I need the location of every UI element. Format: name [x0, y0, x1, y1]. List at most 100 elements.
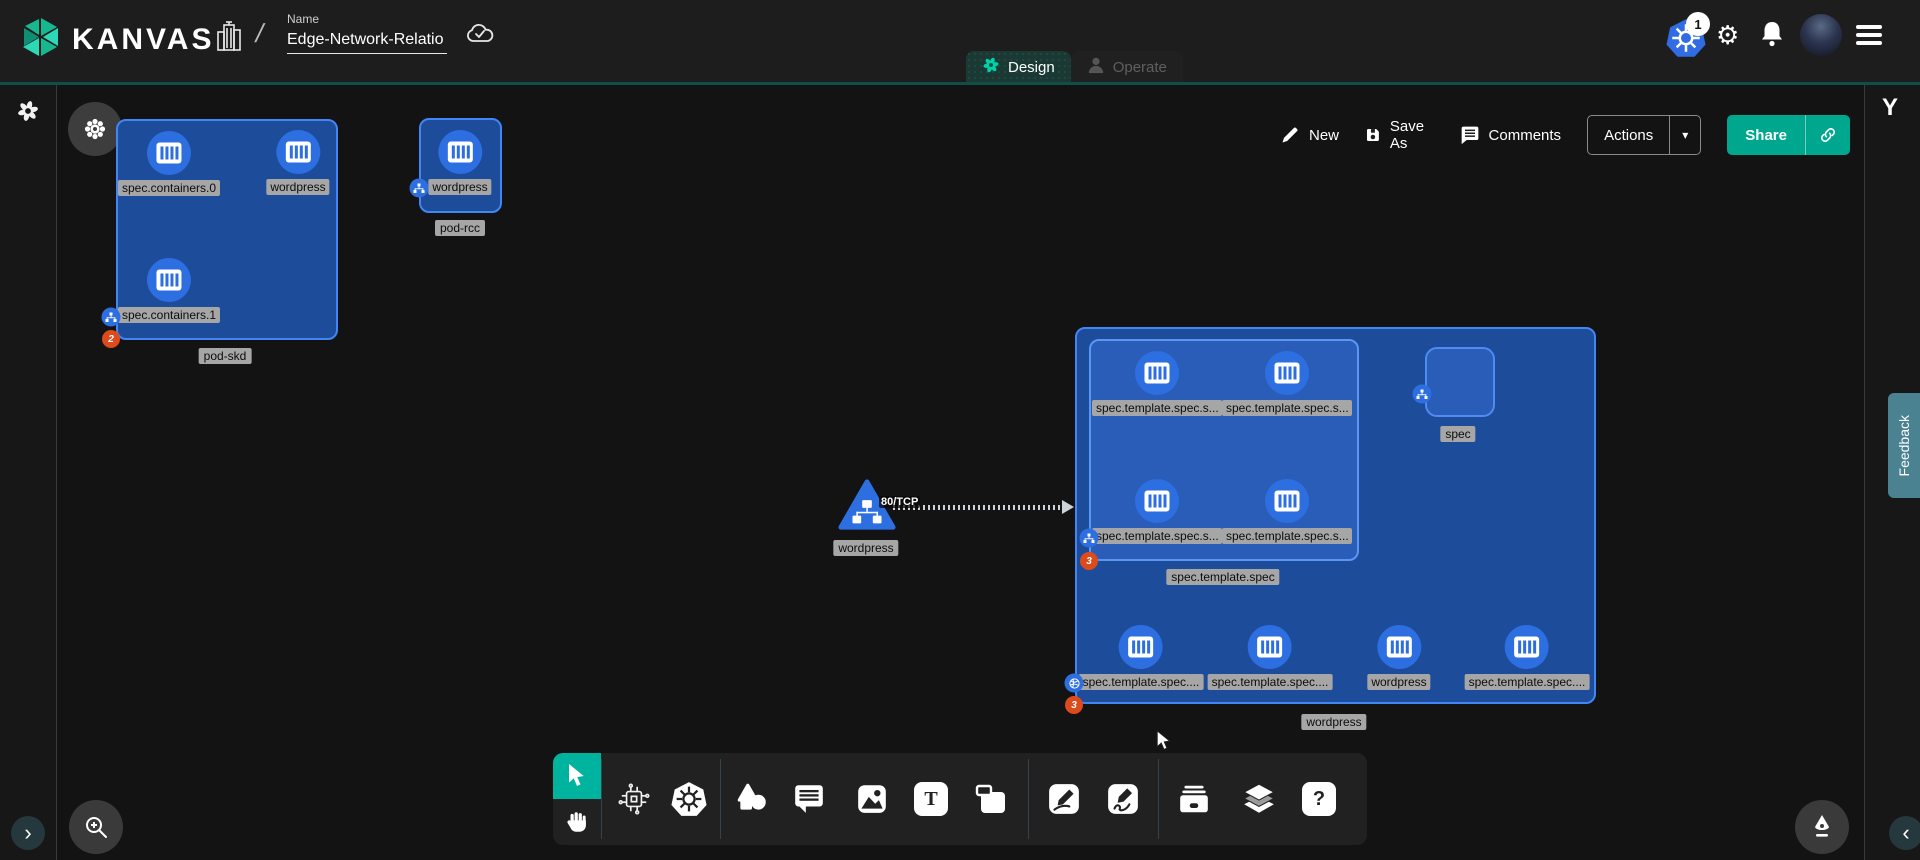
design-name-field: Name — [287, 12, 447, 54]
chip-icon — [617, 782, 651, 816]
select-tool-button[interactable] — [553, 753, 601, 799]
floppy-icon — [1365, 125, 1381, 145]
layers-tool-button[interactable] — [1241, 782, 1277, 816]
collapse-right-panel-button[interactable]: ‹ — [1889, 816, 1920, 850]
zoom-button[interactable] — [69, 800, 123, 854]
shapes-tool-button[interactable] — [734, 782, 770, 816]
caret-down-icon: ▾ — [1682, 128, 1688, 142]
hierarchy-badge[interactable] — [410, 179, 429, 198]
expand-left-panel-button[interactable]: › — [11, 816, 45, 850]
note-tool-button[interactable] — [974, 783, 1008, 815]
node-container[interactable]: wordpress — [266, 130, 329, 195]
cloud-save-status-icon — [465, 22, 495, 51]
node-label: spec — [1440, 426, 1475, 442]
container-circle — [1377, 625, 1421, 669]
node-container[interactable]: spec.template.spec.... — [1208, 625, 1333, 690]
error-count-badge[interactable]: 2 — [102, 330, 120, 348]
group-label: pod-skd — [199, 348, 252, 364]
tab-design[interactable]: Design — [966, 51, 1071, 83]
link-icon — [1818, 125, 1838, 145]
image-tool-button[interactable] — [855, 782, 889, 816]
node-label: spec.template.spec.... — [1208, 674, 1333, 690]
design-name-input[interactable] — [287, 29, 447, 54]
container-circle — [1265, 351, 1309, 395]
container-circle — [147, 131, 191, 175]
node-container[interactable]: spec.template.spec.s... — [1092, 351, 1222, 416]
container-circle — [1119, 625, 1163, 669]
comments-button[interactable]: Comments — [1460, 125, 1562, 145]
edge-pen-tool-button[interactable] — [1047, 782, 1081, 816]
user-avatar[interactable] — [1800, 14, 1842, 56]
freehand-tool-button[interactable] — [1106, 782, 1140, 816]
toolbar-divider — [1028, 759, 1029, 839]
new-button[interactable]: New — [1280, 125, 1339, 145]
error-count-badge[interactable]: 3 — [1065, 696, 1083, 714]
text-tool-button[interactable]: T — [914, 782, 948, 816]
toolbar-divider — [601, 759, 602, 839]
pencil-icon — [1280, 125, 1300, 145]
error-count-badge[interactable]: 3 — [1080, 552, 1098, 570]
node-container[interactable]: spec.containers.0 — [118, 131, 220, 196]
tab-design-label: Design — [1008, 59, 1055, 76]
component-tool-button[interactable] — [617, 782, 651, 816]
kanvas-app: KANVAS / Name — [0, 0, 1920, 860]
notifications-bell-icon[interactable] — [1758, 19, 1786, 54]
node-container[interactable]: spec.template.spec.... — [1465, 625, 1590, 690]
group-label: wordpress — [1301, 714, 1366, 730]
mesh-badge[interactable] — [1065, 674, 1084, 693]
brand[interactable]: KANVAS — [18, 14, 214, 65]
pan-tool-button[interactable] — [553, 799, 601, 845]
node-container[interactable]: wordpress — [428, 130, 491, 195]
hierarchy-badge[interactable] — [1080, 529, 1099, 548]
toolbar-divider — [720, 759, 721, 839]
copy-link-button[interactable] — [1805, 115, 1850, 155]
image-icon — [855, 782, 889, 816]
node-label: spec.containers.0 — [118, 180, 220, 196]
chevron-right-icon: › — [24, 822, 31, 844]
node-label: wordpress — [266, 179, 329, 195]
edge-arrowhead-icon — [1062, 500, 1074, 514]
drawer-tool-button[interactable] — [1177, 782, 1211, 816]
comment-tool-button[interactable] — [792, 782, 826, 816]
container-circle — [276, 130, 320, 174]
hierarchy-badge[interactable] — [102, 308, 121, 327]
save-as-button[interactable]: Save As — [1365, 118, 1434, 152]
feedback-tab[interactable]: Feedback — [1888, 393, 1920, 498]
cluster-flower-node[interactable] — [68, 102, 122, 156]
pen-mode-button[interactable] — [1795, 800, 1849, 854]
operate-person-icon — [1087, 56, 1105, 78]
canvas-toolbar-dock: T — [553, 753, 1367, 845]
node-spec-empty[interactable] — [1425, 347, 1495, 417]
container-circle — [1135, 479, 1179, 523]
toolbar-divider — [1158, 759, 1159, 839]
node-container[interactable]: spec.template.spec.s... — [1092, 479, 1222, 544]
tab-operate[interactable]: Operate — [1071, 51, 1183, 83]
node-container[interactable]: spec.template.spec.s... — [1222, 479, 1352, 544]
actions-dropdown-button[interactable]: ▾ — [1669, 116, 1700, 154]
kanvas-logo-icon — [18, 14, 64, 65]
share-label: Share — [1727, 115, 1805, 155]
hierarchy-badge[interactable] — [1413, 385, 1432, 404]
share-button[interactable]: Share — [1727, 115, 1850, 155]
save-as-label: Save As — [1390, 118, 1434, 152]
menu-hamburger-icon[interactable] — [1856, 25, 1882, 45]
organization-icon[interactable] — [212, 18, 246, 59]
help-icon: ? — [1302, 782, 1336, 816]
actions-button[interactable]: Actions ▾ — [1587, 115, 1701, 155]
header-accent-line — [0, 82, 1920, 85]
kubernetes-tool-button[interactable] — [671, 781, 707, 817]
kubernetes-icon — [671, 781, 707, 817]
pen-nib-icon — [1809, 813, 1835, 841]
node-container[interactable]: spec.containers.1 — [118, 258, 220, 323]
node-label: spec.template.spec.s... — [1222, 528, 1352, 544]
node-label: spec.containers.1 — [118, 307, 220, 323]
group-label: spec.template.spec — [1166, 569, 1279, 585]
help-tool-button[interactable]: ? — [1302, 782, 1336, 816]
container-circle — [1135, 351, 1179, 395]
settings-gear-icon[interactable]: ⚙ — [1716, 20, 1739, 50]
validator-icon[interactable]: Y — [1882, 94, 1898, 122]
node-container[interactable]: wordpress — [1367, 625, 1430, 690]
node-container[interactable]: spec.template.spec.... — [1079, 625, 1204, 690]
node-container[interactable]: spec.template.spec.s... — [1222, 351, 1352, 416]
container-circle — [1248, 625, 1292, 669]
